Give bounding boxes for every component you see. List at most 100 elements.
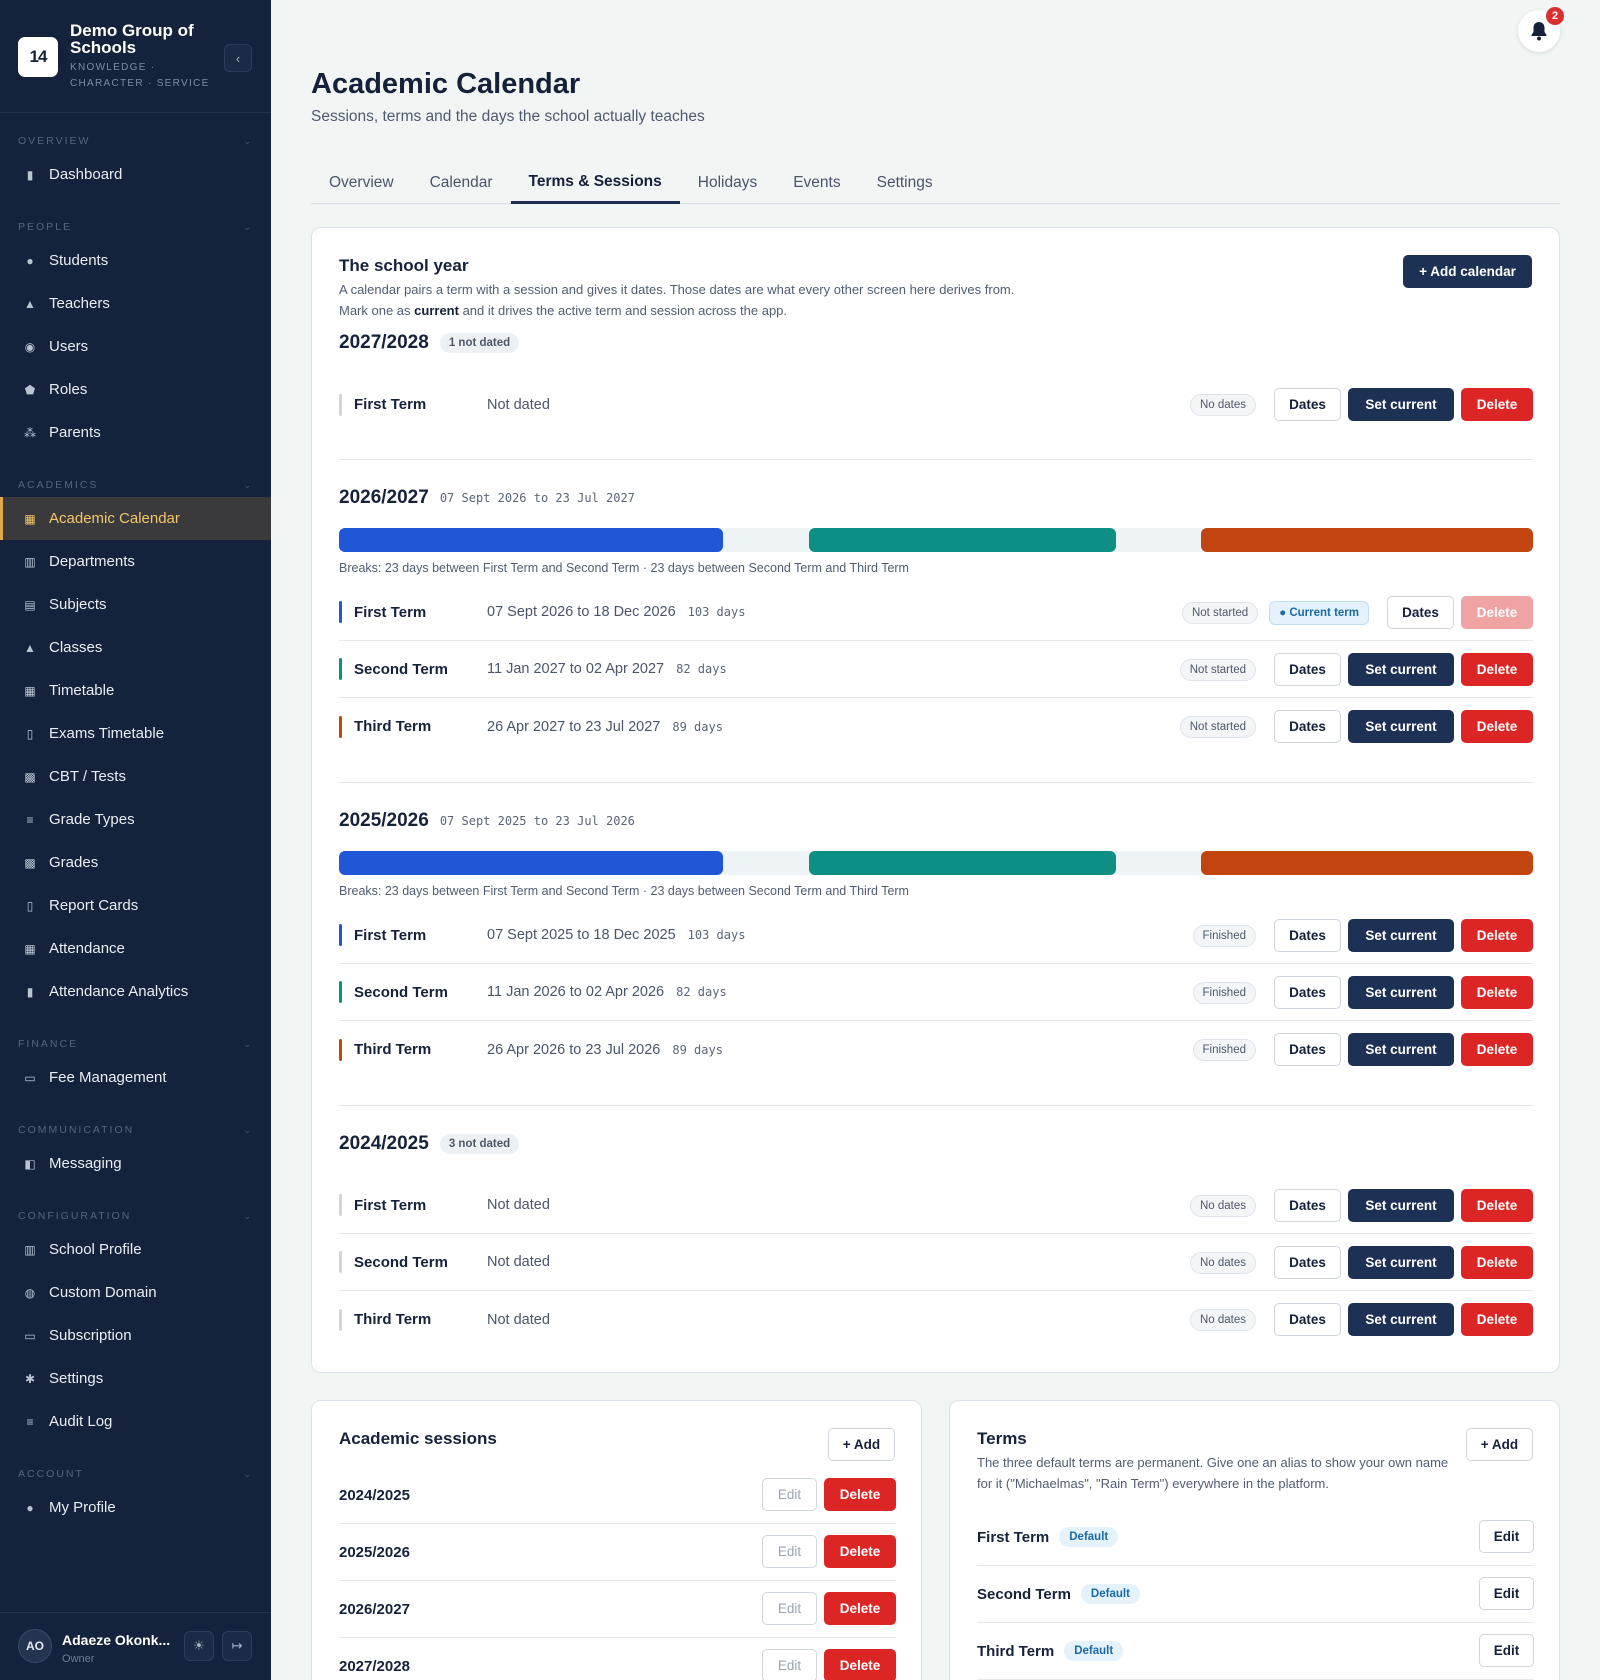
dates-button[interactable]: Dates xyxy=(1274,710,1341,743)
term-color-marker xyxy=(339,715,342,738)
term-dates: 11 Jan 2027 to 02 Apr 2027 xyxy=(487,661,665,677)
nav-section-account[interactable]: ACCOUNT ⌄ xyxy=(0,1462,271,1486)
timeline-segment[interactable] xyxy=(339,851,724,875)
sidebar-item-exams-timetable[interactable]: ▯ Exams Timetable xyxy=(0,712,271,755)
sidebar-item-students[interactable]: ● Students xyxy=(0,239,271,282)
tab-calendar[interactable]: Calendar xyxy=(412,162,511,204)
sidebar-item-attendance-analytics[interactable]: ▮ Attendance Analytics xyxy=(0,970,271,1013)
dates-button[interactable]: Dates xyxy=(1274,1246,1341,1279)
timeline-segment[interactable] xyxy=(1201,851,1533,875)
sidebar-item-attendance[interactable]: ▦ Attendance xyxy=(0,927,271,970)
delete-session-button[interactable]: Delete xyxy=(824,1535,896,1568)
edit-session-button[interactable]: Edit xyxy=(762,1535,817,1568)
set-current-button[interactable]: Set current xyxy=(1348,1189,1454,1222)
dates-button[interactable]: Dates xyxy=(1274,1033,1341,1066)
sidebar-item-my-profile[interactable]: ● My Profile xyxy=(0,1486,271,1529)
edit-session-button[interactable]: Edit xyxy=(762,1592,817,1625)
sidebar-item-roles[interactable]: ⬟ Roles xyxy=(0,368,271,411)
tab-overview[interactable]: Overview xyxy=(311,162,412,204)
delete-session-button[interactable]: Delete xyxy=(824,1649,896,1680)
sidebar-item-audit-log[interactable]: ≡ Audit Log xyxy=(0,1400,271,1443)
set-current-button[interactable]: Set current xyxy=(1348,976,1454,1009)
dates-button[interactable]: Dates xyxy=(1274,1189,1341,1222)
tab-terms-sessions[interactable]: Terms & Sessions xyxy=(510,162,680,204)
sidebar-item-dashboard[interactable]: ▮ Dashboard xyxy=(0,153,271,196)
sidebar-item-custom-domain[interactable]: ◍ Custom Domain xyxy=(0,1271,271,1314)
delete-term-button[interactable]: Delete xyxy=(1461,710,1533,743)
dates-button[interactable]: Dates xyxy=(1274,919,1341,952)
set-current-button[interactable]: Set current xyxy=(1348,1303,1454,1336)
sidebar-item-fee-management[interactable]: ▭ Fee Management xyxy=(0,1056,271,1099)
dates-button[interactable]: Dates xyxy=(1274,388,1341,421)
sidebar-item-classes[interactable]: ▲ Classes xyxy=(0,626,271,669)
edit-term-button[interactable]: Edit xyxy=(1479,1577,1534,1610)
set-current-button[interactable]: Set current xyxy=(1348,919,1454,952)
nav-section-academics[interactable]: ACADEMICS ⌄ xyxy=(0,473,271,497)
delete-term-button[interactable]: Delete xyxy=(1461,976,1533,1009)
dates-button[interactable]: Dates xyxy=(1274,976,1341,1009)
session-divider xyxy=(339,459,1533,460)
sidebar-item-subjects[interactable]: ▤ Subjects xyxy=(0,583,271,626)
sidebar-item-academic-calendar[interactable]: ▦ Academic Calendar xyxy=(0,497,271,540)
delete-term-button[interactable]: Delete xyxy=(1461,919,1533,952)
sidebar-item-timetable[interactable]: ▦ Timetable xyxy=(0,669,271,712)
set-current-button[interactable]: Set current xyxy=(1348,388,1454,421)
nav-section-people[interactable]: PEOPLE ⌄ xyxy=(0,215,271,239)
sidebar-item-departments[interactable]: ▥ Departments xyxy=(0,540,271,583)
delete-term-button[interactable]: Delete xyxy=(1461,1189,1533,1222)
add-calendar-button[interactable]: + Add calendar xyxy=(1403,255,1532,288)
sidebar-item-teachers[interactable]: ▲ Teachers xyxy=(0,282,271,325)
delete-session-button[interactable]: Delete xyxy=(824,1592,896,1625)
sidebar-item-users[interactable]: ◉ Users xyxy=(0,325,271,368)
edit-term-button[interactable]: Edit xyxy=(1479,1520,1534,1553)
edit-session-button[interactable]: Edit xyxy=(762,1478,817,1511)
sidebar-item-grade-types[interactable]: ≡ Grade Types xyxy=(0,798,271,841)
shield-icon: ⬟ xyxy=(24,382,36,397)
delete-session-button[interactable]: Delete xyxy=(824,1478,896,1511)
collapse-sidebar-button[interactable]: ‹ xyxy=(224,44,252,72)
nav-section-overview[interactable]: OVERVIEW ⌄ xyxy=(0,129,271,153)
dates-button[interactable]: Dates xyxy=(1274,653,1341,686)
tab-holidays[interactable]: Holidays xyxy=(680,162,775,204)
timeline-segment[interactable] xyxy=(339,528,724,552)
sidebar-item-settings[interactable]: ✱ Settings xyxy=(0,1357,271,1400)
add-session-button[interactable]: + Add xyxy=(828,1428,895,1461)
logout-button[interactable]: ↦ xyxy=(222,1631,252,1661)
sidebar-item-messaging[interactable]: ◧ Messaging xyxy=(0,1142,271,1185)
nav-section-finance[interactable]: FINANCE ⌄ xyxy=(0,1032,271,1056)
nav-section-communication[interactable]: COMMUNICATION ⌄ xyxy=(0,1118,271,1142)
delete-term-button[interactable]: Delete xyxy=(1461,1033,1533,1066)
sidebar-item-grades[interactable]: ▩ Grades xyxy=(0,841,271,884)
edit-term-button[interactable]: Edit xyxy=(1479,1634,1534,1667)
delete-term-button[interactable]: Delete xyxy=(1461,388,1533,421)
session-name: 2025/2026 xyxy=(339,810,429,831)
sidebar-item-subscription[interactable]: ▭ Subscription xyxy=(0,1314,271,1357)
delete-term-button[interactable]: Delete xyxy=(1461,1303,1533,1336)
delete-term-button[interactable]: Delete xyxy=(1461,653,1533,686)
add-term-button[interactable]: + Add xyxy=(1466,1428,1533,1461)
dates-button[interactable]: Dates xyxy=(1274,1303,1341,1336)
timeline-segment[interactable] xyxy=(809,528,1117,552)
edit-session-button[interactable]: Edit xyxy=(762,1649,817,1680)
calendar-icon: ▦ xyxy=(24,941,36,956)
set-current-button[interactable]: Set current xyxy=(1348,1033,1454,1066)
sidebar-item-report-cards[interactable]: ▯ Report Cards xyxy=(0,884,271,927)
timeline-segment[interactable] xyxy=(1201,528,1533,552)
timeline-segment[interactable] xyxy=(809,851,1117,875)
dates-button[interactable]: Dates xyxy=(1387,596,1454,629)
sidebar-item-school-profile[interactable]: ▥ School Profile xyxy=(0,1228,271,1271)
term-color-marker xyxy=(339,1194,342,1216)
sidebar-item-parents[interactable]: ⁂ Parents xyxy=(0,411,271,454)
notifications-button[interactable]: 2 xyxy=(1518,7,1564,52)
nav-section-configuration[interactable]: CONFIGURATION ⌄ xyxy=(0,1204,271,1228)
delete-term-button[interactable]: Delete xyxy=(1461,1246,1533,1279)
term-row: Third Term 26 Apr 2027 to 23 Jul 2027 89 d… xyxy=(339,698,1533,755)
set-current-button[interactable]: Set current xyxy=(1348,1246,1454,1279)
theme-toggle-button[interactable]: ☀ xyxy=(184,1631,214,1661)
tab-events[interactable]: Events xyxy=(775,162,858,204)
set-current-button[interactable]: Set current xyxy=(1348,653,1454,686)
sidebar-item-cbt-tests[interactable]: ▩ CBT / Tests xyxy=(0,755,271,798)
avatar[interactable]: AO xyxy=(18,1629,52,1663)
tab-settings[interactable]: Settings xyxy=(859,162,951,204)
set-current-button[interactable]: Set current xyxy=(1348,710,1454,743)
